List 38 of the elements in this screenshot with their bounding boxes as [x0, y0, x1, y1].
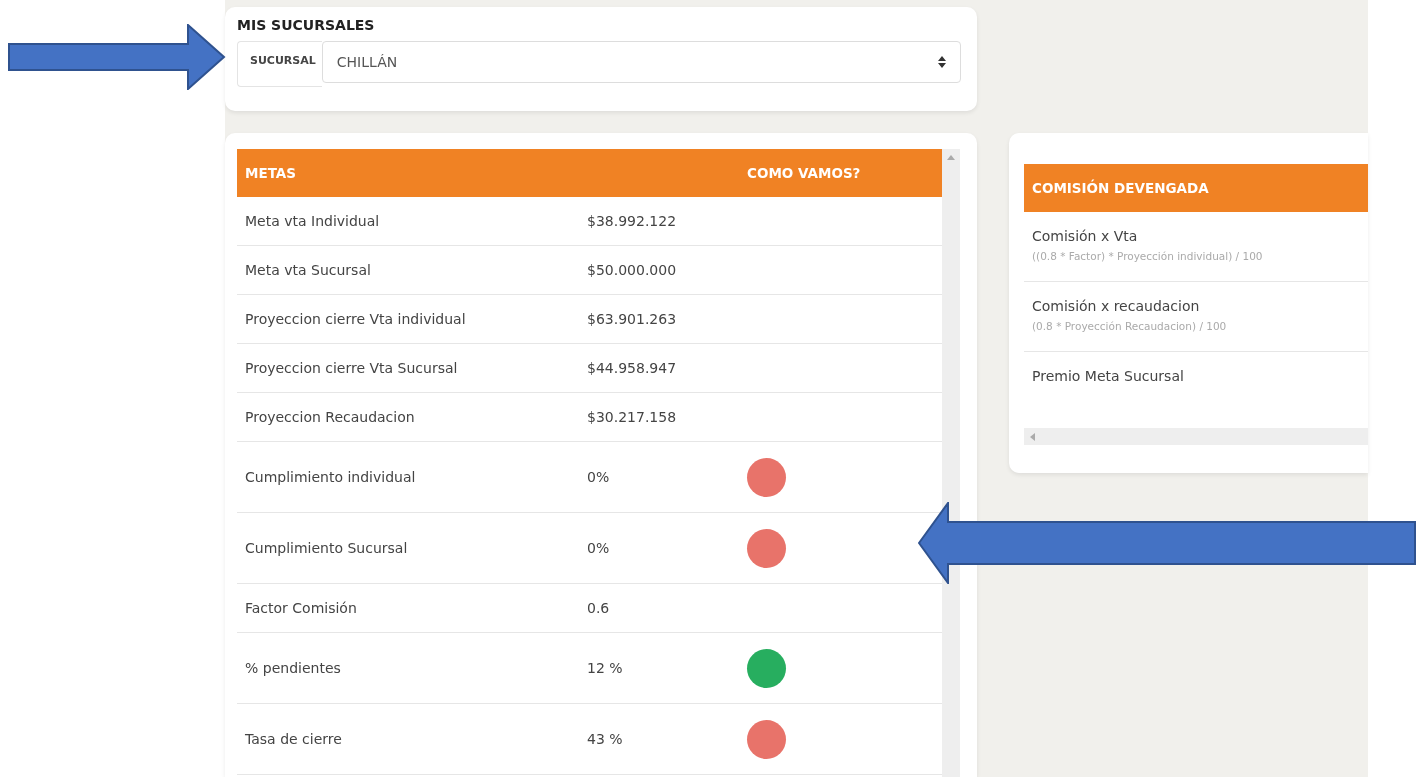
table-cell-text: Meta vta Individual [244, 213, 381, 229]
column-header: METAS [244, 165, 297, 181]
table-cell-text: 0% [587, 540, 611, 556]
table-cell-text: Proyeccion cierre Vta individual [244, 311, 467, 327]
table-cell-text: Comisión x recaudacion [1032, 298, 1201, 314]
formula-text: (0.8 * Proyección Recaudacion) / 100 [1032, 320, 1228, 332]
column-header: COMO VAMOS? [747, 165, 862, 181]
table-cell-text: $63.901.263 [587, 311, 678, 327]
table-cell-text: $44.958.947 [587, 360, 678, 376]
table-cell-text: 12 % [587, 660, 624, 676]
table-cell-text: Tasa de cierre [244, 731, 343, 747]
scrollbar[interactable] [1024, 428, 1368, 445]
section-title: MIS SUCURSALES [237, 17, 376, 33]
table-cell-text: $30.217.158 [587, 409, 678, 425]
table-cell-text: Proyeccion cierre Vta Sucursal [244, 360, 459, 376]
field-label: SUCURSAL [237, 41, 322, 87]
arrow-icon [8, 24, 226, 90]
formula-text: ((0.8 * Factor) * Proyección individual) / 100 [1032, 250, 1264, 262]
table-cell-text: Cumplimiento Sucursal [244, 540, 409, 556]
table-cell-text: 43 % [587, 731, 624, 747]
table-cell-text: $50.000.000 [587, 262, 678, 278]
scroll-left-icon[interactable] [1030, 432, 1035, 441]
table-cell-text: Comisión x Vta [1032, 228, 1139, 244]
table-cell-text: 0.6 [587, 600, 611, 616]
column-header: COMISIÓN DEVENGADA [1032, 180, 1209, 196]
table-cell-text: % pendientes [244, 660, 342, 676]
table-cell-text: Meta vta Sucursal [244, 262, 372, 278]
table-cell-text: Factor Comisión [244, 600, 358, 616]
scrollbar[interactable] [942, 149, 960, 777]
scroll-up-icon[interactable] [947, 155, 955, 160]
table-cell-text: 0% [587, 469, 611, 485]
sort-icon [938, 56, 946, 68]
branch-select[interactable]: CHILLÁN [321, 41, 961, 83]
table-cell-text: Cumplimiento individual [244, 469, 417, 485]
table-cell-text: Proyeccion Recaudacion [244, 409, 416, 425]
table-cell-text: $38.992.122 [587, 213, 678, 229]
arrow-icon [918, 502, 1416, 584]
table-cell-text: Premio Meta Sucursal [1032, 368, 1185, 384]
